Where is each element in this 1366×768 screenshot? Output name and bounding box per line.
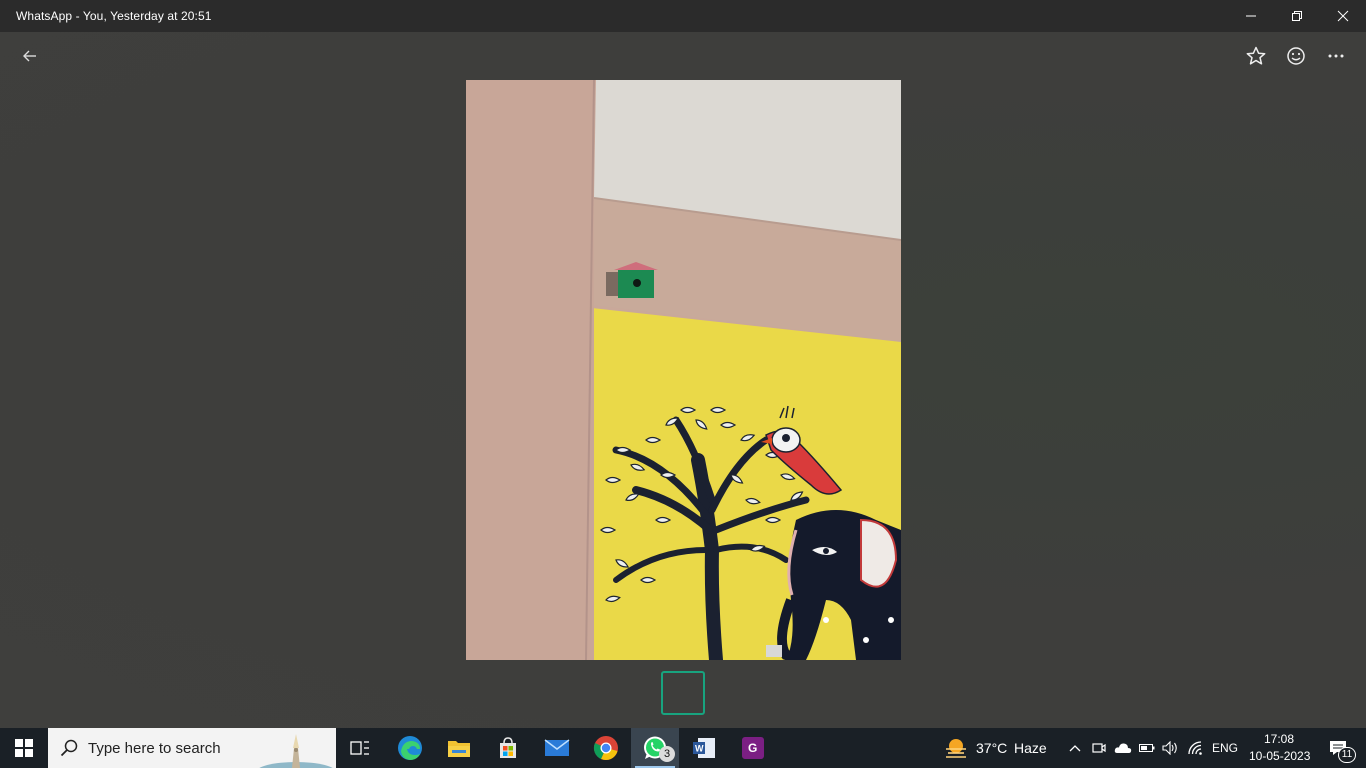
battery-button[interactable] (1136, 728, 1158, 768)
more-options-button[interactable] (1320, 40, 1352, 72)
photo-image (466, 80, 901, 660)
chevron-up-icon (1069, 745, 1081, 752)
weather-widget[interactable]: 37°C Haze (940, 728, 1052, 768)
window-title: WhatsApp - You, Yesterday at 20:51 (16, 9, 212, 23)
taskbar-word[interactable]: W (680, 728, 728, 768)
emoji-icon (1287, 47, 1305, 65)
taskbar-whatsapp[interactable]: 3 (631, 728, 679, 768)
restore-icon (1292, 11, 1302, 21)
svg-text:W: W (695, 744, 704, 754)
close-icon (1337, 10, 1349, 22)
meet-now-button[interactable] (1088, 728, 1110, 768)
whatsapp-badge: 3 (659, 746, 675, 762)
meet-now-icon (1092, 743, 1106, 753)
start-icon (15, 739, 33, 757)
file-explorer-icon (448, 741, 470, 757)
word-icon: W (693, 738, 715, 758)
media-viewer (0, 32, 1366, 728)
clock[interactable]: 17:08 10-05-2023 (1242, 728, 1314, 768)
volume-button[interactable] (1160, 728, 1182, 768)
back-arrow-icon (23, 50, 36, 62)
clock-date: 10-05-2023 (1249, 749, 1311, 763)
battery-icon (1139, 744, 1155, 752)
taskbar: Type here to search 3 W G 37°C Haze ENG … (0, 728, 1366, 768)
taskbar-search[interactable]: Type here to search (48, 728, 336, 768)
wifi-icon (1188, 741, 1202, 755)
taskbar-edge[interactable] (386, 728, 434, 768)
pdf-app-icon: G (742, 737, 764, 759)
star-button[interactable] (1240, 40, 1272, 72)
minimize-icon (1246, 15, 1256, 17)
start-button[interactable] (0, 728, 48, 768)
edge-icon (398, 736, 422, 760)
search-highlight-icon (259, 734, 333, 768)
task-view-button[interactable] (336, 728, 384, 768)
mail-icon (544, 739, 570, 756)
onedrive-button[interactable] (1112, 728, 1134, 768)
close-button[interactable] (1320, 0, 1366, 32)
notification-count: 11 (1338, 747, 1356, 763)
taskbar-mail[interactable] (533, 728, 581, 768)
network-button[interactable] (1184, 728, 1208, 768)
show-hidden-icons-button[interactable] (1064, 728, 1086, 768)
minimize-button[interactable] (1228, 0, 1274, 32)
weather-temp: 37°C (976, 740, 1008, 756)
task-view-icon (350, 741, 369, 755)
taskbar-file-explorer[interactable] (435, 728, 483, 768)
search-icon (60, 739, 78, 757)
haze-icon (946, 739, 966, 758)
clock-time: 17:08 (1264, 732, 1295, 746)
onedrive-icon (1114, 743, 1132, 753)
media-photo (466, 80, 901, 660)
language-indicator[interactable]: ENG (1212, 741, 1238, 755)
taskbar-pdf-app[interactable]: G (729, 728, 777, 768)
star-icon (1246, 46, 1266, 65)
more-icon (1328, 54, 1344, 58)
svg-text:G: G (748, 741, 757, 755)
notification-center-button[interactable]: 11 (1316, 728, 1360, 768)
search-placeholder: Type here to search (88, 740, 221, 757)
taskbar-chrome[interactable] (582, 728, 630, 768)
store-icon (500, 737, 516, 758)
chrome-icon (593, 736, 618, 761)
volume-icon (1162, 741, 1177, 755)
back-button[interactable] (14, 40, 46, 72)
title-bar: WhatsApp - You, Yesterday at 20:51 (0, 0, 1366, 32)
taskbar-store[interactable] (484, 728, 532, 768)
weather-desc: Haze (1014, 740, 1047, 756)
react-button[interactable] (1280, 40, 1312, 72)
media-thumbnail[interactable] (661, 671, 705, 715)
restore-button[interactable] (1274, 0, 1320, 32)
